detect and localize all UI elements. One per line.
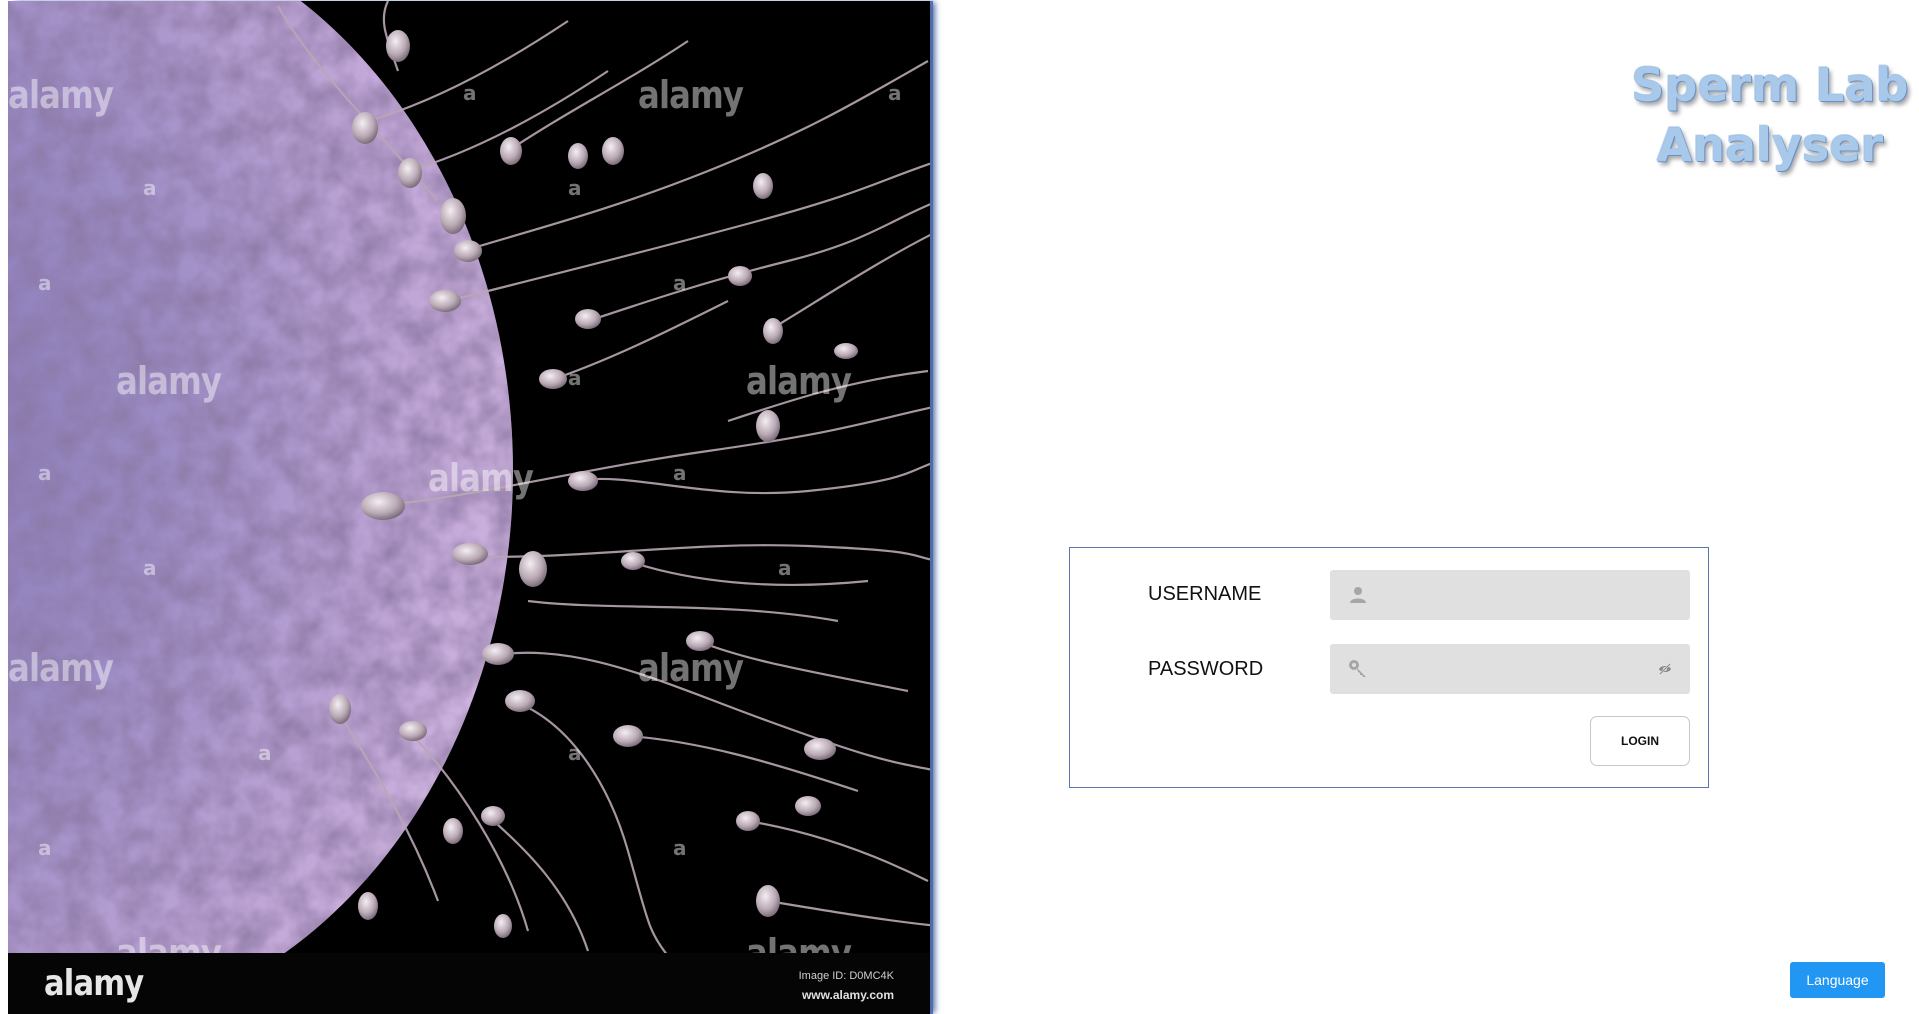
login-form: USERNAME PASSWORD LOGIN [1069,547,1709,788]
app-title-line2: Analyser [1656,118,1884,172]
hero-panel: alamy alamy alamy alamy alamy alamy alam… [0,0,940,1014]
image-url: www.alamy.com [801,988,894,1002]
image-id: Image ID: D0MC4K [798,970,894,982]
language-button[interactable]: Language [1790,962,1885,998]
username-input[interactable] [1378,570,1652,622]
app-title: Sperm Lab Analyser [1620,55,1919,175]
eye-off-icon[interactable] [1658,663,1672,675]
password-field[interactable] [1330,644,1690,696]
hero-image: alamy alamy alamy alamy alamy alamy alam… [8,1,930,1014]
password-label: PASSWORD [1148,658,1264,680]
password-input[interactable] [1378,644,1652,696]
login-page: alamy alamy alamy alamy alamy alamy alam… [0,0,1919,1014]
alamy-logo: alamy [44,963,144,1004]
hero-footer: alamy Image ID: D0MC4K www.alamy.com [8,953,930,1014]
username-field[interactable] [1330,570,1690,622]
person-icon [1350,587,1366,603]
app-title-line1: Sperm Lab [1631,58,1909,112]
login-button[interactable]: LOGIN [1590,716,1690,766]
key-icon [1349,660,1366,677]
username-label: USERNAME [1148,583,1262,605]
egg-cell-illustration [8,1,930,953]
